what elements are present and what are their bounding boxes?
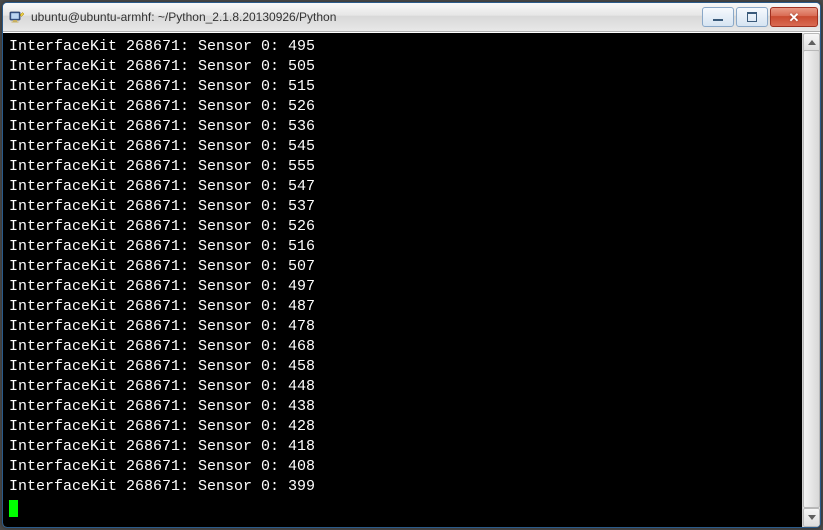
terminal-line: InterfaceKit 268671: Sensor 0: 526 <box>9 217 796 237</box>
terminal-line: InterfaceKit 268671: Sensor 0: 448 <box>9 377 796 397</box>
scroll-down-button[interactable] <box>803 508 820 527</box>
window-title: ubuntu@ubuntu-armhf: ~/Python_2.1.8.2013… <box>31 10 700 24</box>
app-icon <box>9 9 25 25</box>
terminal-line: InterfaceKit 268671: Sensor 0: 487 <box>9 297 796 317</box>
titlebar[interactable]: ubuntu@ubuntu-armhf: ~/Python_2.1.8.2013… <box>3 3 820 32</box>
minimize-button[interactable] <box>702 7 734 27</box>
terminal-line: InterfaceKit 268671: Sensor 0: 418 <box>9 437 796 457</box>
terminal-line: InterfaceKit 268671: Sensor 0: 399 <box>9 477 796 497</box>
terminal-line: InterfaceKit 268671: Sensor 0: 526 <box>9 97 796 117</box>
terminal-cursor <box>9 500 18 517</box>
scroll-track[interactable] <box>803 52 820 508</box>
close-button[interactable]: ✕ <box>770 7 818 27</box>
terminal-line: InterfaceKit 268671: Sensor 0: 547 <box>9 177 796 197</box>
client-area: InterfaceKit 268671: Sensor 0: 495Interf… <box>3 32 820 527</box>
terminal-line: InterfaceKit 268671: Sensor 0: 468 <box>9 337 796 357</box>
terminal-line: InterfaceKit 268671: Sensor 0: 555 <box>9 157 796 177</box>
terminal-line: InterfaceKit 268671: Sensor 0: 516 <box>9 237 796 257</box>
terminal-output[interactable]: InterfaceKit 268671: Sensor 0: 495Interf… <box>3 33 802 527</box>
terminal-line: InterfaceKit 268671: Sensor 0: 428 <box>9 417 796 437</box>
terminal-line: InterfaceKit 268671: Sensor 0: 536 <box>9 117 796 137</box>
terminal-line: InterfaceKit 268671: Sensor 0: 495 <box>9 37 796 57</box>
window-controls: ✕ <box>700 7 818 27</box>
terminal-line: InterfaceKit 268671: Sensor 0: 507 <box>9 257 796 277</box>
terminal-line: InterfaceKit 268671: Sensor 0: 438 <box>9 397 796 417</box>
scroll-thumb[interactable] <box>803 50 820 508</box>
terminal-line: InterfaceKit 268671: Sensor 0: 505 <box>9 57 796 77</box>
terminal-line: InterfaceKit 268671: Sensor 0: 408 <box>9 457 796 477</box>
terminal-line: InterfaceKit 268671: Sensor 0: 545 <box>9 137 796 157</box>
maximize-button[interactable] <box>736 7 768 27</box>
terminal-line: InterfaceKit 268671: Sensor 0: 497 <box>9 277 796 297</box>
putty-window: ubuntu@ubuntu-armhf: ~/Python_2.1.8.2013… <box>2 2 821 528</box>
terminal-line: InterfaceKit 268671: Sensor 0: 515 <box>9 77 796 97</box>
vertical-scrollbar[interactable] <box>802 33 820 527</box>
terminal-line: InterfaceKit 268671: Sensor 0: 537 <box>9 197 796 217</box>
terminal-line: InterfaceKit 268671: Sensor 0: 478 <box>9 317 796 337</box>
terminal-line: InterfaceKit 268671: Sensor 0: 458 <box>9 357 796 377</box>
